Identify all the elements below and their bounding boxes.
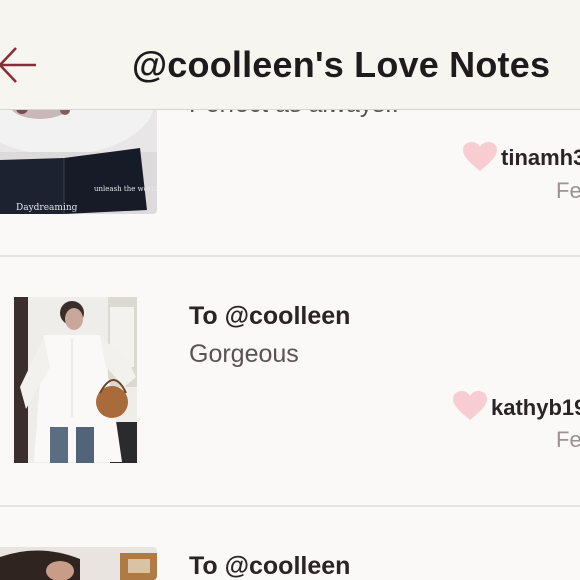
back-button[interactable] xyxy=(0,40,46,90)
page-title: @coolleen's Love Notes xyxy=(132,44,551,85)
page-header: @coolleen's Love Notes xyxy=(0,0,580,110)
book-text-right: unleash the world. xyxy=(94,185,157,193)
note-sender[interactable]: tinamh3 xyxy=(501,145,580,171)
note-date: Fe xyxy=(556,178,580,203)
note-recipient: To @coolleen xyxy=(189,302,351,330)
note-recipient: To @coolleen xyxy=(189,552,351,580)
note-sender[interactable]: kathyb19 xyxy=(491,395,580,421)
heart-icon xyxy=(453,391,487,420)
note-date: Fe xyxy=(556,427,580,452)
love-note-item[interactable]: To @coolleen Gorgeous kathyb19 Fe xyxy=(0,257,580,505)
note-photo[interactable] xyxy=(14,297,137,463)
note-photo[interactable] xyxy=(0,547,157,580)
love-note-item[interactable]: To @coolleen xyxy=(0,507,580,580)
heart-icon xyxy=(463,142,497,171)
arrow-left-icon xyxy=(0,47,36,83)
book-text-left: Daydreaming xyxy=(16,203,78,213)
note-message: Gorgeous xyxy=(189,340,299,368)
